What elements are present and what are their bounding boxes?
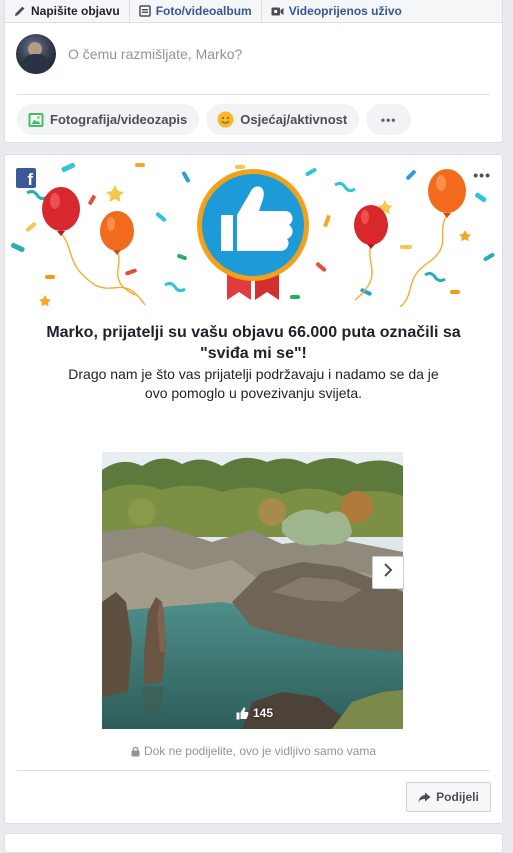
card-divider	[17, 770, 490, 771]
photo-video-button[interactable]: Fotografija/videozapis	[17, 104, 200, 135]
card-options-button[interactable]: •••	[473, 167, 491, 183]
video-camera-icon	[271, 6, 284, 17]
composer-input[interactable]: O čemu razmišljate, Marko?	[68, 46, 242, 62]
photo-icon	[28, 112, 44, 128]
feeling-activity-button[interactable]: Osjećaj/aktivnost	[206, 104, 360, 135]
shared-photo[interactable]	[102, 452, 403, 729]
tab-live-video[interactable]: Videoprijenos uživo	[260, 0, 411, 22]
photo-like-count: 145	[236, 706, 273, 720]
privacy-note-text: Dok ne podijelite, ovo je vidljivo samo …	[143, 744, 377, 758]
pencil-icon	[14, 5, 26, 17]
celebration-banner	[5, 155, 502, 307]
celebration-subtext: Drago nam je što vas prijatelji podržava…	[68, 366, 439, 401]
tab-write-post[interactable]: Napišite objavu	[5, 0, 129, 22]
more-options-button[interactable]: •••	[366, 104, 412, 135]
avatar[interactable]	[16, 34, 56, 74]
tab-photo-album[interactable]: Foto/videoalbum	[128, 0, 261, 22]
thumbs-up-icon	[236, 706, 249, 720]
share-button-label: Podijeli	[436, 790, 479, 804]
tab-photo-album-label: Foto/videoalbum	[155, 4, 252, 18]
tab-write-post-label: Napišite objavu	[31, 4, 120, 18]
like-count-value: 145	[253, 706, 274, 720]
photo-next-button[interactable]	[372, 556, 404, 589]
facebook-logo-icon: f	[16, 168, 36, 189]
lock-icon	[131, 746, 140, 757]
smiley-icon	[217, 111, 234, 128]
chevron-right-icon	[383, 563, 393, 582]
post-composer: Napišite objavu Foto/videoalbum Videopri…	[4, 0, 503, 143]
composer-divider	[17, 94, 490, 95]
share-button[interactable]: Podijeli	[406, 782, 491, 812]
photo-album-icon	[138, 5, 151, 17]
share-arrow-icon	[418, 792, 431, 803]
feeling-activity-label: Osjećaj/aktivnost	[240, 112, 348, 127]
composer-tabs: Napišite objavu Foto/videoalbum Videopri…	[5, 0, 502, 23]
tab-live-video-label: Videoprijenos uživo	[288, 4, 402, 18]
next-post-card	[4, 833, 503, 853]
celebration-headline: Marko, prijatelji su vašu objavu 66.000 …	[46, 324, 461, 362]
privacy-note: Dok ne podijelite, ovo je vidljivo samo …	[5, 744, 502, 758]
photo-video-label: Fotografija/videozapis	[50, 112, 188, 127]
more-dots-icon: •••	[380, 112, 397, 127]
celebration-card: f ••• Marko, prijatelji su vašu objavu 6…	[4, 154, 503, 824]
